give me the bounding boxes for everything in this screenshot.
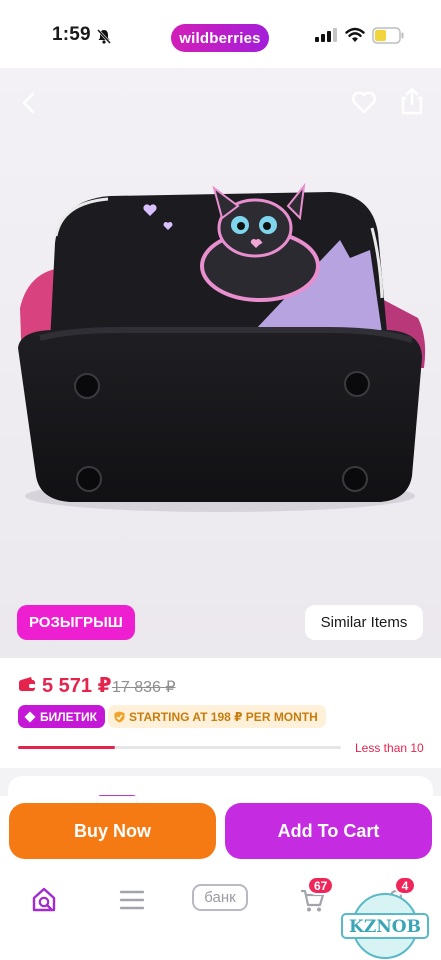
battery-icon — [372, 27, 404, 44]
svg-text:KZNOB: KZNOB — [349, 917, 421, 937]
signal-icon — [315, 28, 337, 42]
bell-muted-icon — [97, 29, 111, 44]
buy-now-button[interactable]: Buy Now — [9, 803, 216, 859]
ticket-icon — [24, 711, 36, 722]
tab-home[interactable] — [24, 882, 64, 918]
price-block: 5 571 ₽ 17 836 ₽ БИЛЕТИК STARTING AT 198… — [0, 658, 441, 768]
stock-text: Less than 10 — [355, 741, 424, 755]
add-to-cart-button[interactable]: Add To Cart — [225, 803, 432, 859]
brand-pill[interactable]: wildberries — [171, 24, 269, 52]
favorite-heart-icon[interactable] — [350, 88, 378, 116]
tab-bank[interactable]: банк — [192, 884, 248, 911]
watermark-logo: KZNOB — [341, 893, 429, 959]
back-button[interactable] — [14, 88, 44, 118]
product-image[interactable] — [0, 68, 441, 658]
share-icon[interactable] — [398, 86, 426, 116]
tab-catalog[interactable] — [112, 882, 152, 918]
shield-icon — [114, 711, 125, 722]
ticket-badge-label: БИЛЕТИК — [40, 709, 97, 724]
action-bar: Buy Now Add To Cart — [0, 796, 441, 870]
wallet-icon — [19, 677, 35, 691]
menu-icon — [119, 890, 145, 910]
home-search-icon — [32, 887, 56, 912]
installment-badge[interactable]: STARTING AT 198 ₽ PER MONTH — [108, 705, 326, 728]
wifi-icon — [345, 27, 365, 42]
similar-items-button[interactable]: Similar Items — [305, 605, 423, 640]
status-time: 1:59 — [52, 24, 91, 45]
status-bar: 1:59 wildberries — [0, 0, 441, 68]
stock-progress-bar — [18, 746, 341, 749]
current-price: 5 571 ₽ — [42, 675, 112, 697]
stock-progress-fill — [18, 746, 115, 749]
old-price: 17 836 ₽ — [112, 679, 176, 696]
installment-label: STARTING AT 198 ₽ PER MONTH — [129, 709, 318, 724]
promo-badge[interactable]: РОЗЫГРЫШ — [17, 605, 135, 640]
product-gallery[interactable]: РОЗЫГРЫШ Similar Items — [0, 68, 441, 658]
ticket-badge[interactable]: БИЛЕТИК — [18, 705, 105, 728]
